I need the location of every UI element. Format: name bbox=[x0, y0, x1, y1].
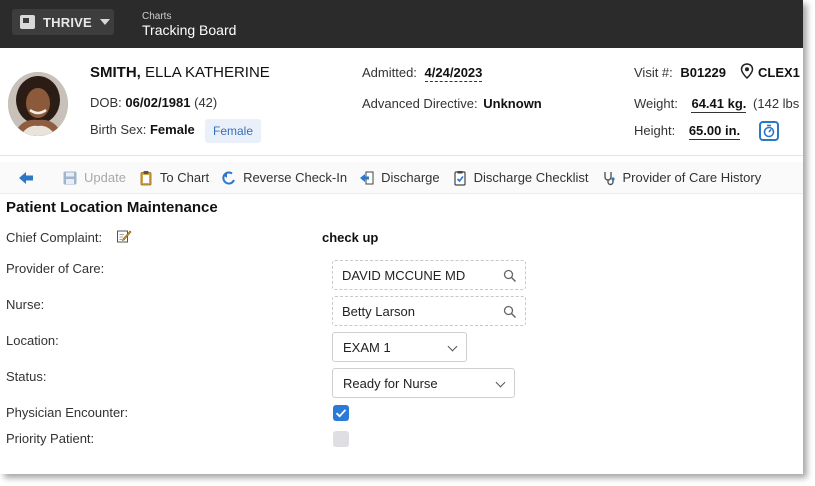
priority-patient-checkbox[interactable] bbox=[333, 431, 349, 447]
top-bar: THRIVE Charts Tracking Board bbox=[0, 0, 803, 48]
search-icon[interactable] bbox=[503, 305, 517, 319]
weight-label: Weight: bbox=[634, 96, 678, 111]
gender-tag: Female bbox=[205, 119, 262, 143]
nurse-label: Nurse: bbox=[6, 297, 45, 312]
height-value[interactable]: 65.00 in. bbox=[688, 123, 741, 140]
clipboard-icon bbox=[140, 170, 152, 185]
discharge-checklist-button[interactable]: Discharge Checklist bbox=[452, 170, 589, 186]
birth-sex-value: Female bbox=[149, 122, 195, 137]
to-chart-label: To Chart bbox=[159, 170, 210, 185]
directive-value: Unknown bbox=[483, 96, 542, 111]
vitals-icon bbox=[763, 124, 775, 138]
provider-field[interactable]: DAVID MCCUNE MD bbox=[332, 260, 526, 290]
discharge-checklist-label: Discharge Checklist bbox=[473, 170, 589, 185]
weight-lbs: (142 lbs bbox=[753, 96, 800, 111]
visit-label: Visit #: bbox=[634, 65, 673, 80]
location-select[interactable]: EXAM 1 bbox=[332, 332, 467, 362]
app-window: THRIVE Charts Tracking Board SMITH, ELLA… bbox=[0, 0, 803, 474]
check-icon bbox=[335, 409, 347, 418]
admitted-label: Admitted: bbox=[362, 65, 417, 80]
dob-value: 06/02/1981 bbox=[125, 95, 191, 110]
page-title: Tracking Board bbox=[142, 22, 237, 38]
patient-first-names: ELLA KATHERINE bbox=[145, 64, 270, 81]
provider-history-label: Provider of Care History bbox=[622, 170, 762, 185]
chief-complaint-label: Chief Complaint: bbox=[6, 230, 103, 245]
vitals-chart-button[interactable] bbox=[759, 121, 779, 141]
caret-down-icon bbox=[99, 19, 110, 25]
status-value: Ready for Nurse bbox=[343, 375, 438, 391]
to-chart-button[interactable]: To Chart bbox=[138, 170, 209, 186]
reverse-checkin-label: Reverse Check-In bbox=[243, 170, 348, 185]
dob-label: DOB: bbox=[90, 95, 122, 110]
visit-row: Visit #: B01229 bbox=[634, 65, 726, 80]
provider-history-button[interactable]: Provider of Care History bbox=[601, 170, 762, 186]
discharge-icon bbox=[360, 171, 374, 184]
chevron-down-icon bbox=[495, 377, 506, 388]
reverse-arrow-icon bbox=[222, 171, 235, 184]
age-value: (42) bbox=[194, 95, 218, 110]
patient-banner: SMITH, ELLA KATHERINE DOB: 06/02/1981 (4… bbox=[0, 48, 803, 156]
app-menu-button[interactable]: THRIVE bbox=[12, 9, 114, 35]
checklist-icon bbox=[454, 170, 466, 186]
admitted-date[interactable]: 4/24/2023 bbox=[424, 65, 483, 82]
stethoscope-icon bbox=[603, 171, 615, 185]
status-select[interactable]: Ready for Nurse bbox=[332, 368, 515, 398]
update-button[interactable]: Update bbox=[62, 170, 126, 186]
app-logo-icon bbox=[20, 15, 35, 29]
visit-number: B01229 bbox=[680, 65, 726, 80]
location-label: Location: bbox=[6, 333, 59, 348]
nurse-field[interactable]: Betty Larson bbox=[332, 296, 526, 326]
physician-encounter-label: Physician Encounter: bbox=[6, 405, 129, 420]
provider-value: DAVID MCCUNE MD bbox=[342, 267, 466, 283]
breadcrumb-parent[interactable]: Charts bbox=[142, 11, 171, 22]
discharge-button[interactable]: Discharge bbox=[359, 170, 440, 186]
physician-encounter-checkbox[interactable] bbox=[333, 405, 349, 421]
reverse-checkin-button[interactable]: Reverse Check-In bbox=[221, 170, 347, 186]
admitted-row: Admitted: 4/24/2023 bbox=[362, 65, 483, 82]
height-row: Height: 65.00 in. bbox=[634, 123, 741, 140]
edit-note-icon[interactable] bbox=[116, 228, 132, 244]
patient-name: SMITH, ELLA KATHERINE bbox=[90, 64, 270, 81]
height-label: Height: bbox=[634, 123, 676, 138]
birth-sex-label: Birth Sex: bbox=[90, 122, 147, 137]
status-label: Status: bbox=[6, 369, 47, 384]
directive-label: Advanced Directive: bbox=[362, 96, 478, 111]
dob-row: DOB: 06/02/1981 (42) bbox=[90, 95, 217, 110]
search-icon[interactable] bbox=[503, 269, 517, 283]
app-name: THRIVE bbox=[43, 14, 92, 30]
location-code: CLEX1 bbox=[758, 65, 800, 80]
back-button[interactable] bbox=[18, 170, 40, 186]
birth-sex-row: Birth Sex: Female bbox=[90, 122, 195, 137]
chevron-down-icon bbox=[447, 341, 458, 352]
weight-row: Weight: 64.41 kg. (142 lbs bbox=[634, 96, 800, 113]
location-value: EXAM 1 bbox=[343, 339, 391, 355]
nurse-value: Betty Larson bbox=[342, 303, 415, 319]
directive-row: Advanced Directive: Unknown bbox=[362, 96, 542, 111]
weight-value[interactable]: 64.41 kg. bbox=[691, 96, 747, 113]
chief-complaint-value: check up bbox=[322, 230, 379, 245]
priority-patient-label: Priority Patient: bbox=[6, 431, 95, 446]
discharge-label: Discharge bbox=[381, 170, 440, 185]
provider-label: Provider of Care: bbox=[6, 261, 105, 276]
patient-avatar bbox=[8, 72, 68, 136]
section-title: Patient Location Maintenance bbox=[6, 199, 218, 216]
update-label: Update bbox=[84, 170, 126, 185]
save-icon bbox=[63, 171, 77, 184]
action-toolbar: Update To Chart Reverse Check-In Dischar… bbox=[0, 162, 803, 194]
location-pin-icon bbox=[740, 63, 754, 79]
patient-last-name: SMITH, bbox=[90, 64, 141, 81]
back-arrow-icon bbox=[19, 171, 33, 184]
